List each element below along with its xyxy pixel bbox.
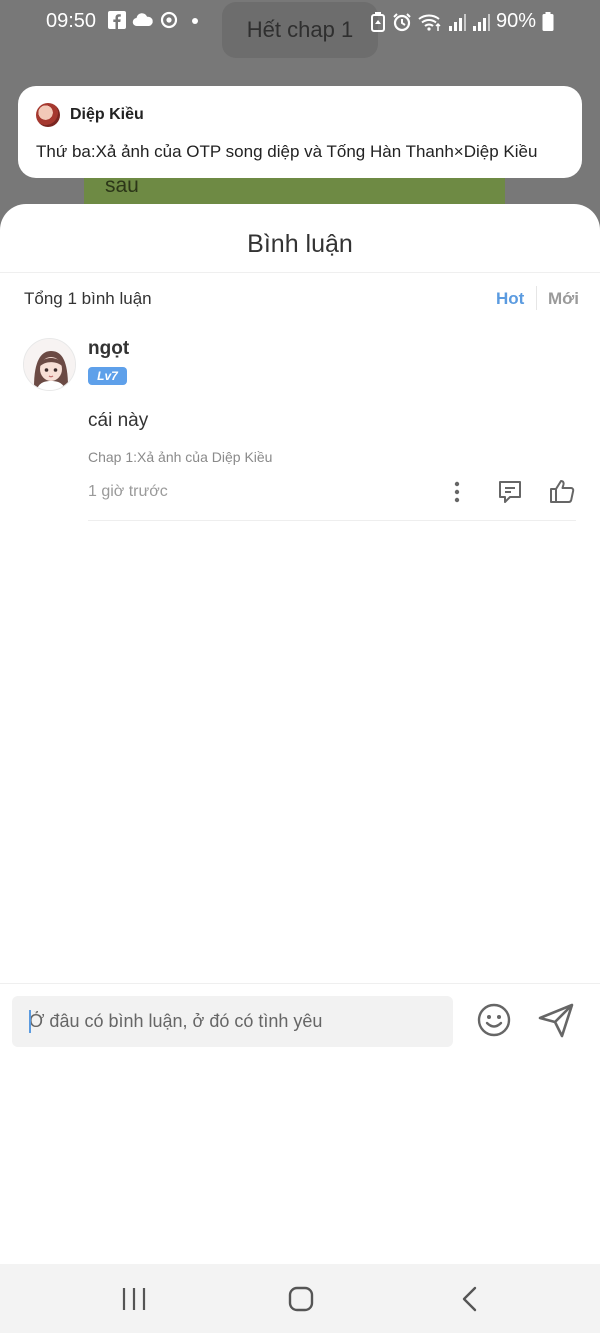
like-icon[interactable]	[548, 477, 576, 505]
divider	[88, 520, 576, 521]
recents-icon[interactable]	[120, 1285, 148, 1313]
more-options-icon[interactable]	[446, 480, 468, 504]
divider	[0, 983, 600, 984]
notification-message: Thứ ba:Xả ảnh của OTP song diệp và Tống …	[36, 142, 538, 161]
level-badge: Lv7	[88, 367, 127, 385]
sort-new-tab[interactable]: Mới	[548, 289, 579, 309]
battery-percent: 90%	[495, 10, 536, 32]
dot-icon	[192, 18, 198, 24]
facebook-icon	[108, 11, 126, 29]
battery-saver-icon	[370, 11, 385, 32]
reply-icon[interactable]	[496, 478, 524, 506]
sheet-title: Bình luận	[247, 230, 353, 258]
comment-chapter[interactable]: Chap 1:Xả ảnh của Diệp Kiều	[88, 449, 272, 465]
comment-count: Tổng 1 bình luận	[24, 289, 152, 308]
comment-text: cái này	[88, 410, 149, 431]
signal-icon	[472, 13, 490, 31]
battery-icon	[542, 11, 554, 31]
comments-sheet: Bình luận Tổng 1 bình luận Hot Mới ngọt …	[0, 204, 600, 1333]
sort-hot-tab[interactable]: Hot	[496, 289, 524, 309]
notification-avatar	[36, 103, 60, 127]
divider	[0, 272, 600, 273]
comment-time: 1 giờ trước	[88, 483, 168, 500]
sync-icon	[160, 11, 178, 29]
comment-input[interactable]	[12, 996, 453, 1047]
status-time: 09:50	[46, 10, 97, 32]
signal-icon	[448, 13, 466, 31]
status-bar: 09:50 90%	[0, 0, 600, 44]
system-nav-bar	[0, 1264, 600, 1333]
notification-card[interactable]: Diệp Kiều Thứ ba:Xả ảnh của OTP song diệ…	[18, 86, 582, 178]
wifi-icon	[418, 14, 441, 31]
send-icon[interactable]	[537, 1001, 575, 1039]
avatar[interactable]	[23, 338, 76, 391]
status-right: 90%	[370, 10, 554, 33]
notification-sender: Diệp Kiều	[70, 106, 144, 123]
home-icon[interactable]	[288, 1286, 314, 1312]
alarm-icon	[393, 12, 411, 31]
back-icon[interactable]	[458, 1285, 482, 1313]
user-avatar-image	[24, 339, 75, 390]
divider	[536, 286, 537, 310]
cloud-icon	[132, 13, 153, 27]
comment-username[interactable]: ngọt	[88, 338, 129, 360]
emoji-icon[interactable]	[476, 1002, 512, 1038]
text-caret	[29, 1010, 31, 1033]
